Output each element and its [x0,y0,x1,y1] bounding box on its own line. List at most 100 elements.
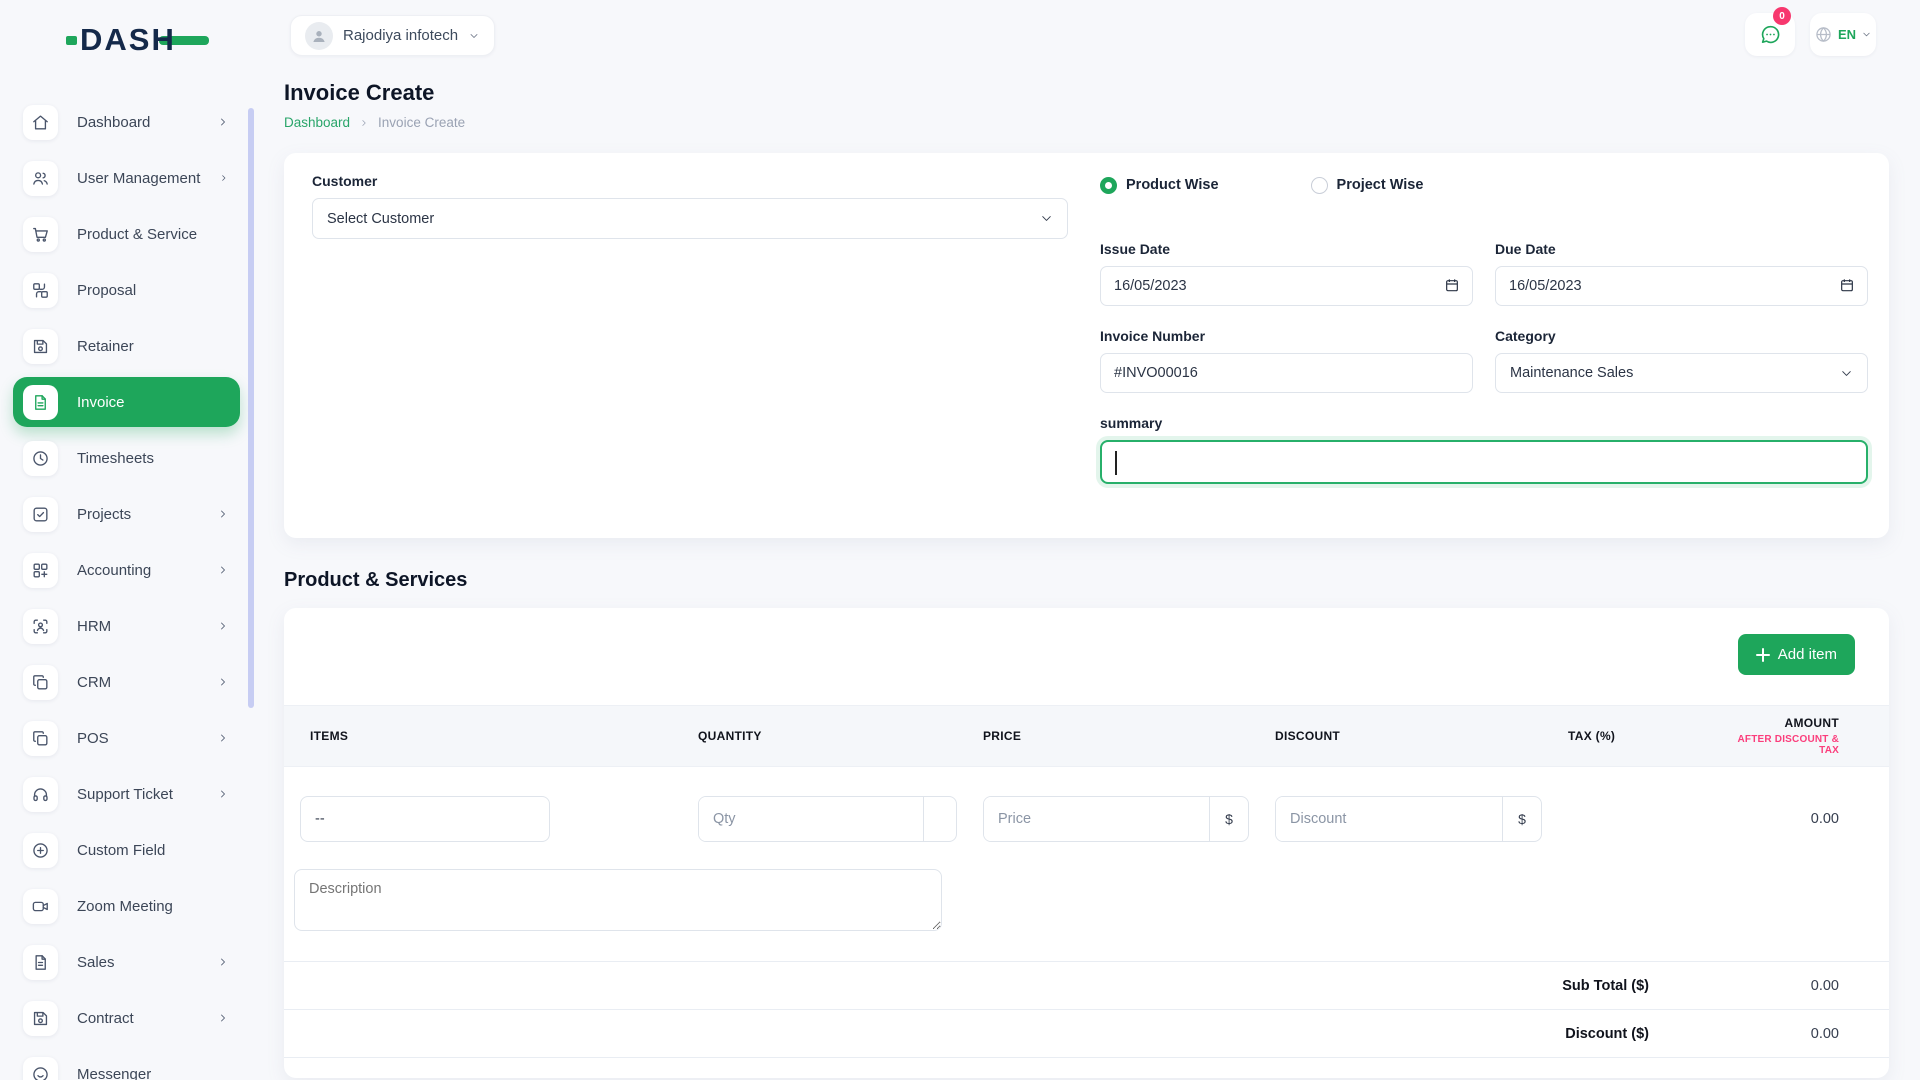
issue-date-field: Issue Date [1100,241,1473,306]
customer-column: Customer Select Customer [312,173,1068,516]
sidebar-item-pos[interactable]: POS [0,710,255,766]
summary-textarea[interactable] [1100,440,1868,484]
sidebar-item-zoom-meeting[interactable]: Zoom Meeting [0,878,255,934]
discount-total-value: 0.00 [1649,1026,1839,1042]
customer-select-value: Select Customer [327,211,434,227]
invoice-number-input[interactable] [1100,353,1473,393]
sidebar-item-accounting[interactable]: Accounting [0,542,255,598]
main-content: Invoice Create Dashboard Invoice Create … [284,80,1889,1078]
sidebar-item-label: Projects [77,506,131,523]
clock-icon [23,441,58,476]
copy-icon [23,665,58,700]
invoice-number-field: Invoice Number [1100,328,1473,393]
chevron-down-icon [1861,29,1872,40]
sidebar-item-label: HRM [77,618,111,635]
plus-icon [1756,648,1770,662]
sidebar-item-label: Invoice [77,394,125,411]
breadcrumb-dashboard-link[interactable]: Dashboard [284,115,350,130]
product-wise-radio[interactable]: Product Wise [1100,177,1219,194]
products-section-heading: Product & Services [284,569,1889,592]
category-select-value: Maintenance Sales [1510,365,1633,381]
product-wise-label: Product Wise [1126,177,1219,193]
sidebar-item-support-ticket[interactable]: Support Ticket [0,766,255,822]
app-logo[interactable]: DASH [66,22,209,58]
due-date-field: Due Date [1495,241,1868,306]
column-quantity: QUANTITY [698,729,983,743]
price-input[interactable] [984,797,1209,841]
item-select-value: -- [315,811,325,827]
discount-input-group: $ [1275,796,1542,842]
issue-date-label: Issue Date [1100,241,1473,257]
discount-input[interactable] [1276,797,1502,841]
subtotal-label: Sub Total ($) [1562,978,1649,994]
row-amount-value: 0.00 [1728,796,1839,842]
sidebar-item-custom-field[interactable]: Custom Field [0,822,255,878]
quantity-input[interactable] [699,797,923,841]
invoice-number-label: Invoice Number [1100,328,1473,344]
column-tax: TAX (%) [1568,729,1728,743]
save-icon [23,329,58,364]
category-select[interactable]: Maintenance Sales [1495,353,1868,393]
sidebar-item-user-management[interactable]: User Management [0,150,255,206]
description-textarea[interactable] [294,869,942,931]
column-amount-title: AMOUNT [1785,716,1839,730]
sidebar-item-label: Accounting [77,562,151,579]
messages-button[interactable]: 0 [1745,13,1795,56]
smiley-chat-icon [23,1057,58,1080]
sidebar-item-product-service[interactable]: Product & Service [0,206,255,262]
price-currency-suffix: $ [1209,797,1248,841]
swap-boxes-icon [23,273,58,308]
sidebar-item-sales[interactable]: Sales [0,934,255,990]
sidebar-item-proposal[interactable]: Proposal [0,262,255,318]
chevron-right-icon [217,564,229,576]
breadcrumb-current: Invoice Create [378,115,465,130]
sidebar-scrollbar[interactable] [248,108,254,708]
summary-field: summary [1100,415,1868,484]
home-icon [23,105,58,140]
check-square-icon [23,497,58,532]
sidebar-item-messenger[interactable]: Messenger [0,1046,255,1080]
plus-circle-icon [23,833,58,868]
column-discount: DISCOUNT [1275,729,1568,743]
sidebar-item-label: Timesheets [77,450,154,467]
discount-total-row: Discount ($) 0.00 [284,1010,1889,1058]
price-input-group: $ [983,796,1249,842]
chevron-right-icon [217,116,229,128]
chat-icon [1759,23,1782,46]
users-icon [23,161,58,196]
due-date-input[interactable] [1495,266,1868,306]
workspace-switcher[interactable]: Rajodiya infotech [290,15,495,56]
sidebar-item-hrm[interactable]: HRM [0,598,255,654]
invoice-type-radios: Product Wise Project Wise [1100,173,1868,197]
customer-label: Customer [312,173,1068,189]
issue-date-input[interactable] [1100,266,1473,306]
video-camera-icon [23,889,58,924]
avatar [305,22,333,50]
add-item-button[interactable]: Add item [1738,634,1855,675]
sidebar-item-label: Retainer [77,338,134,355]
column-amount-note: AFTER DISCOUNT & TAX [1728,734,1839,756]
sidebar-item-timesheets[interactable]: Timesheets [0,430,255,486]
customer-select[interactable]: Select Customer [312,198,1068,239]
project-wise-label: Project Wise [1337,177,1424,193]
language-selector[interactable]: EN [1810,13,1876,56]
file-icon [23,945,58,980]
sidebar-item-retainer[interactable]: Retainer [0,318,255,374]
sidebar-item-label: Zoom Meeting [77,898,173,915]
sidebar-item-projects[interactable]: Projects [0,486,255,542]
description-cell [284,842,1889,962]
items-table-header: ITEMS QUANTITY PRICE DISCOUNT TAX (%) AM… [284,705,1889,767]
sidebar-item-label: Contract [77,1010,134,1027]
invoice-meta-column: Product Wise Project Wise Issue Date Due… [1100,173,1868,516]
logo-accent-dot [66,36,77,45]
chevron-right-icon [217,508,229,520]
project-wise-radio[interactable]: Project Wise [1311,177,1424,194]
messages-badge: 0 [1773,7,1791,25]
sidebar-item-contract[interactable]: Contract [0,990,255,1046]
sidebar-item-dashboard[interactable]: Dashboard [0,94,255,150]
item-select[interactable]: -- [300,796,550,842]
sidebar-item-invoice[interactable]: Invoice [0,374,255,430]
chevron-down-icon [1840,367,1853,380]
sidebar-item-label: POS [77,730,109,747]
sidebar-item-crm[interactable]: CRM [0,654,255,710]
